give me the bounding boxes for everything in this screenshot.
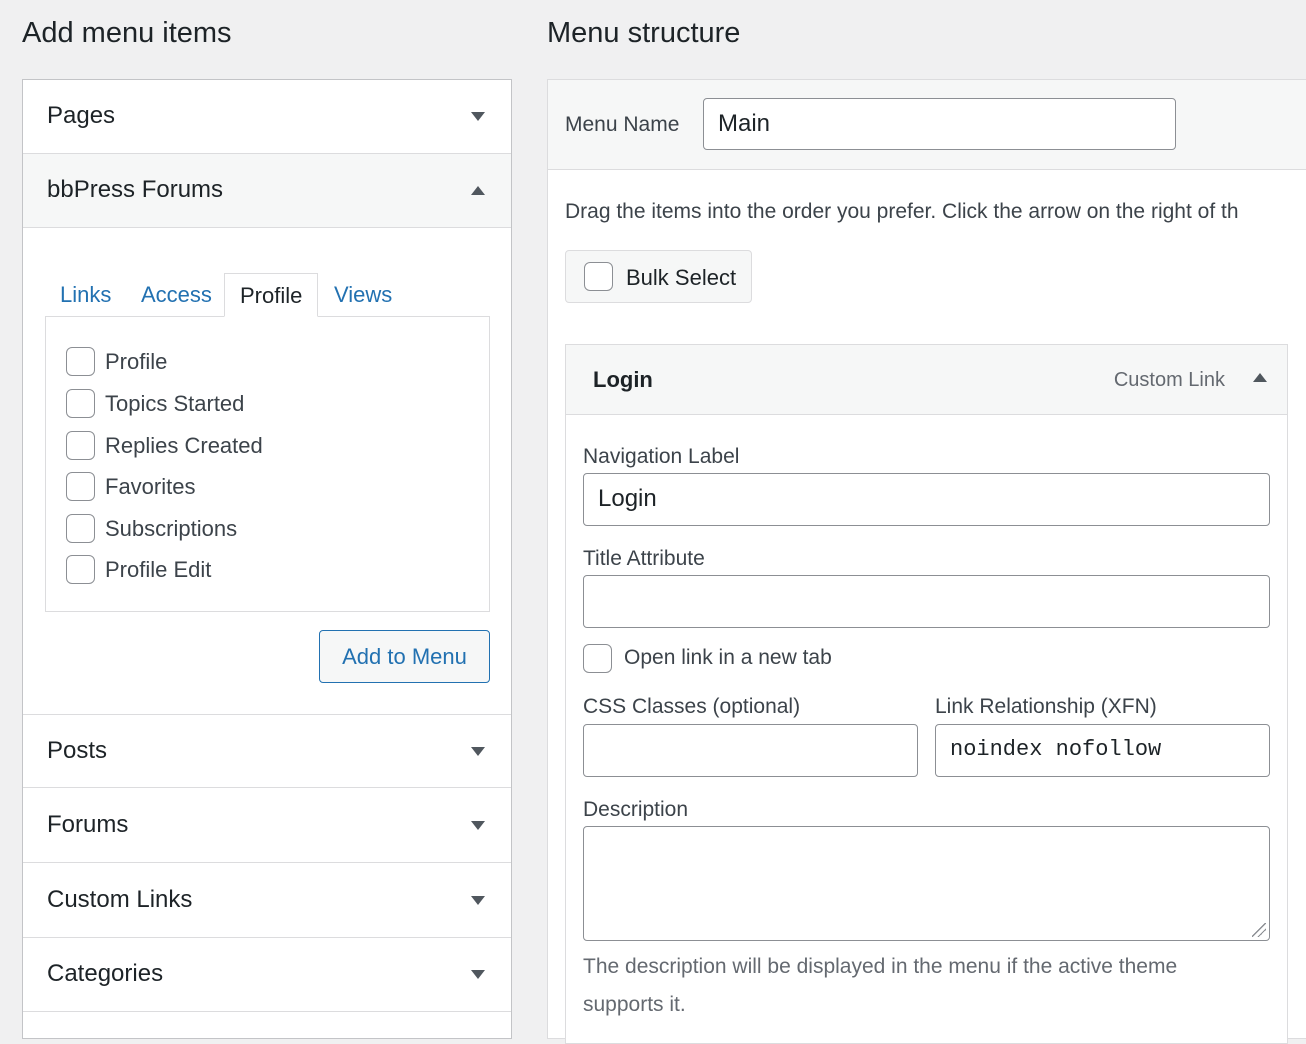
caret-down-icon bbox=[471, 970, 485, 979]
caret-up-icon[interactable] bbox=[1253, 373, 1267, 382]
caret-down-icon bbox=[471, 747, 485, 756]
accordion-bbpress-label: bbPress Forums bbox=[47, 176, 224, 203]
tab-links[interactable]: Links bbox=[60, 273, 111, 317]
profile-checkbox[interactable] bbox=[66, 347, 95, 376]
description-help-text: The description will be displayed in the… bbox=[583, 955, 1178, 1016]
list-item[interactable]: Topics Started bbox=[66, 389, 244, 419]
menu-item-header[interactable]: Login Custom Link bbox=[566, 345, 1287, 415]
title-attribute-input[interactable] bbox=[583, 575, 1270, 628]
caret-down-icon bbox=[471, 896, 485, 905]
accordion-forums[interactable]: Forums bbox=[23, 789, 511, 863]
accordion-bbpress-forums[interactable]: bbPress Forums bbox=[23, 154, 511, 228]
navigation-label-label: Navigation Label bbox=[583, 445, 740, 468]
accordion-custom-links[interactable]: Custom Links bbox=[23, 864, 511, 938]
accordion-pages[interactable]: Pages bbox=[23, 80, 511, 154]
topics-started-checkbox[interactable] bbox=[66, 389, 95, 418]
css-classes-input[interactable] bbox=[583, 724, 918, 777]
accordion-categories[interactable]: Categories bbox=[23, 938, 511, 1012]
menu-structure-title: Menu structure bbox=[547, 17, 741, 49]
checkbox-label: Replies Created bbox=[105, 432, 263, 458]
checkbox-label: Subscriptions bbox=[105, 515, 238, 541]
tab-access[interactable]: Access bbox=[141, 273, 212, 317]
xfn-input[interactable]: noindex nofollow bbox=[935, 724, 1270, 777]
open-new-tab-checkbox[interactable] bbox=[583, 644, 612, 673]
profile-edit-checkbox[interactable] bbox=[66, 555, 95, 584]
css-classes-label: CSS Classes (optional) bbox=[583, 695, 801, 718]
checkbox-label: Profile Edit bbox=[105, 556, 212, 582]
checkbox-label: Profile bbox=[105, 348, 168, 374]
caret-up-icon bbox=[471, 186, 485, 195]
description-textarea[interactable] bbox=[583, 826, 1270, 941]
bbpress-tabs: Links Access Profile Views bbox=[45, 273, 491, 317]
menu-structure-box: Menu Name Main Drag the items into the o… bbox=[547, 79, 1306, 1044]
subscriptions-checkbox[interactable] bbox=[66, 514, 95, 543]
menu-items-accordion: Pages bbPress Forums Links Access Profil… bbox=[22, 79, 512, 1039]
add-menu-items-title: Add menu items bbox=[22, 17, 232, 49]
navigation-label-input[interactable]: Login bbox=[583, 473, 1270, 526]
list-item[interactable]: Replies Created bbox=[66, 431, 263, 461]
caret-down-icon bbox=[471, 112, 485, 121]
description-label: Description bbox=[583, 798, 689, 821]
replies-created-checkbox[interactable] bbox=[66, 431, 95, 460]
menu-name-label: Menu Name bbox=[565, 113, 680, 136]
menu-item-type: Custom Link bbox=[1113, 369, 1225, 391]
accordion-pages-label: Pages bbox=[47, 102, 116, 129]
accordion-posts-label: Posts bbox=[47, 737, 108, 764]
open-new-tab-label: Open link in a new tab bbox=[624, 646, 832, 669]
menu-name-input[interactable]: Main bbox=[703, 98, 1176, 150]
caret-down-icon bbox=[471, 821, 485, 830]
list-item[interactable]: Profile bbox=[66, 347, 167, 377]
accordion-posts[interactable]: Posts bbox=[23, 714, 511, 788]
bulk-select-label: Bulk Select bbox=[626, 265, 737, 290]
menu-item-login: Login Custom Link Navigation Label Login… bbox=[565, 344, 1288, 1044]
accordion-forums-label: Forums bbox=[47, 811, 129, 838]
bulk-select-checkbox[interactable] bbox=[584, 262, 613, 291]
profile-tab-panel: Profile Topics Started Replies Created F… bbox=[45, 316, 490, 612]
drag-hint-text: Drag the items into the order you prefer… bbox=[565, 200, 1239, 223]
checkbox-label: Favorites bbox=[105, 473, 196, 499]
xfn-label: Link Relationship (XFN) bbox=[935, 695, 1157, 718]
resize-handle-icon[interactable] bbox=[1252, 923, 1266, 937]
favorites-checkbox[interactable] bbox=[66, 472, 95, 501]
add-to-menu-button[interactable]: Add to Menu bbox=[319, 630, 490, 683]
accordion-custom-links-label: Custom Links bbox=[47, 886, 193, 913]
menu-item-title: Login bbox=[593, 367, 653, 392]
bulk-select-toggle[interactable]: Bulk Select bbox=[565, 250, 752, 303]
accordion-categories-label: Categories bbox=[47, 960, 164, 987]
tab-views[interactable]: Views bbox=[334, 273, 392, 317]
tab-profile[interactable]: Profile bbox=[224, 273, 319, 317]
list-item[interactable]: Subscriptions bbox=[66, 514, 237, 544]
menu-name-header: Menu Name Main bbox=[548, 80, 1306, 170]
list-item[interactable]: Favorites bbox=[66, 472, 195, 502]
title-attribute-label: Title Attribute bbox=[583, 547, 705, 570]
list-item[interactable]: Profile Edit bbox=[66, 555, 211, 585]
checkbox-label: Topics Started bbox=[105, 390, 245, 416]
